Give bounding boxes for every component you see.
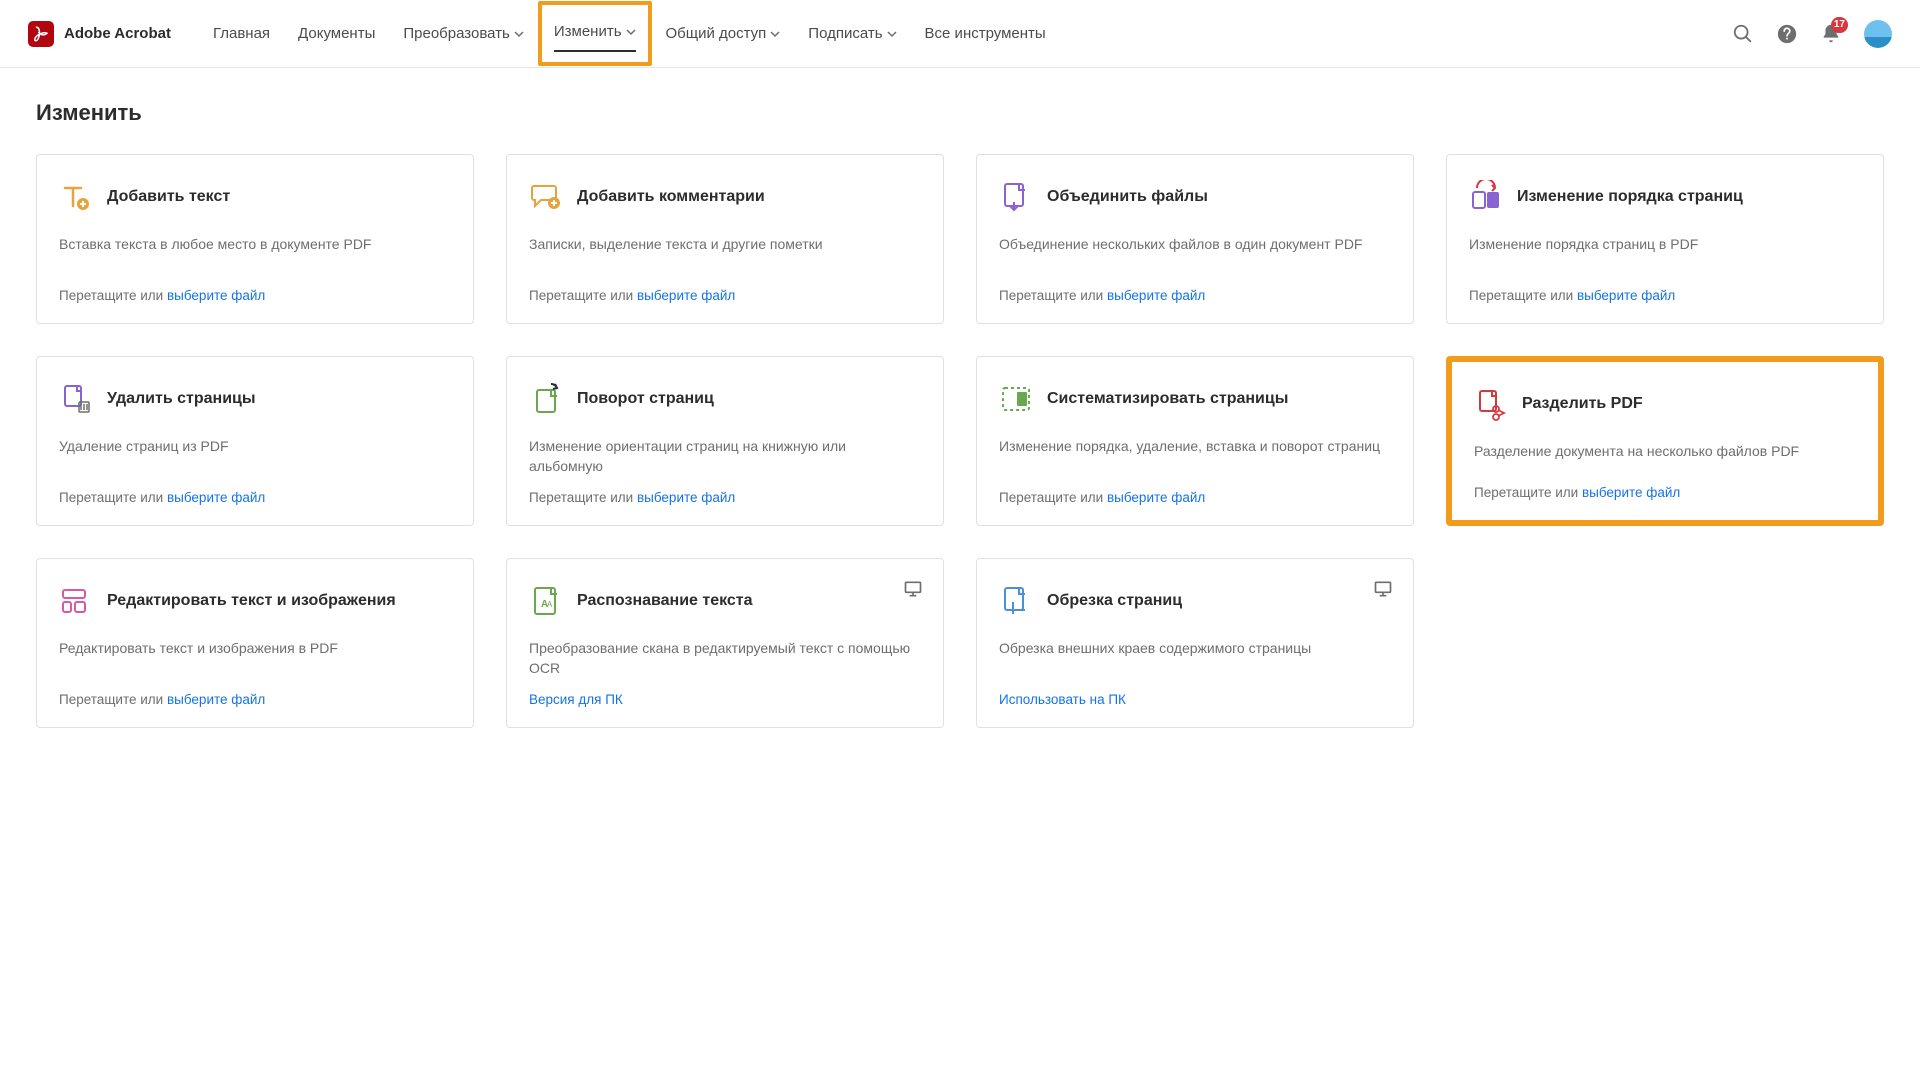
card-desc: Преобразование скана в редактируемый тек… [529, 639, 921, 678]
card-ocr[interactable]: AA Распознавание текста Преобразование с… [506, 558, 944, 728]
card-title: Удалить страницы [107, 389, 256, 409]
main-nav: Главная Документы Преобразовать Изменить… [199, 1, 1060, 66]
header-left: Adobe Acrobat Главная Документы Преобраз… [28, 1, 1060, 66]
help-icon[interactable] [1776, 23, 1798, 45]
svg-text:A: A [547, 600, 553, 609]
card-add-comments[interactable]: Добавить комментарии Записки, выделение … [506, 154, 944, 324]
chevron-down-icon [514, 29, 524, 39]
card-title: Систематизировать страницы [1047, 389, 1288, 409]
nav-documents[interactable]: Документы [284, 3, 389, 64]
organize-icon [999, 382, 1033, 416]
acrobat-logo-icon [28, 21, 54, 47]
desktop-link[interactable]: Версия для ПК [529, 692, 623, 707]
card-title: Обрезка страниц [1047, 591, 1182, 611]
card-title: Изменение порядка страниц [1517, 187, 1743, 207]
app-header: Adobe Acrobat Главная Документы Преобраз… [0, 0, 1920, 68]
card-rotate-pages[interactable]: Поворот страниц Изменение ориентации стр… [506, 356, 944, 526]
card-footer: Использовать на ПК [999, 692, 1391, 707]
nav-all-tools[interactable]: Все инструменты [911, 3, 1060, 64]
card-edit-text-images[interactable]: Редактировать текст и изображения Редакт… [36, 558, 474, 728]
comment-icon [529, 180, 563, 214]
card-footer: Перетащите или выберите файл [59, 490, 451, 505]
card-footer: Перетащите или выберите файл [59, 692, 451, 707]
card-desc: Изменение порядка, удаление, вставка и п… [999, 437, 1391, 476]
nav-share[interactable]: Общий доступ [652, 3, 795, 64]
card-desc: Разделение документа на несколько файлов… [1474, 442, 1856, 471]
brand-name: Adobe Acrobat [64, 25, 171, 42]
reorder-icon [1469, 180, 1503, 214]
card-desc: Записки, выделение текста и другие помет… [529, 235, 921, 274]
chevron-down-icon [887, 29, 897, 39]
card-combine-files[interactable]: Объединить файлы Объединение нескольких … [976, 154, 1414, 324]
card-crop-pages[interactable]: Обрезка страниц Обрезка внешних краев со… [976, 558, 1414, 728]
card-title: Редактировать текст и изображения [107, 591, 396, 611]
card-footer: Перетащите или выберите файл [59, 288, 451, 303]
card-title: Объединить файлы [1047, 187, 1208, 207]
card-footer: Перетащите или выберите файл [999, 288, 1391, 303]
card-title: Добавить текст [107, 187, 230, 207]
card-desc: Изменение ориентации страниц на книжную … [529, 437, 921, 476]
chevron-down-icon [626, 27, 636, 37]
card-split-pdf[interactable]: Разделить PDF Разделение документа на не… [1446, 356, 1884, 526]
card-title: Распознавание текста [577, 591, 753, 611]
card-title: Поворот страниц [577, 389, 714, 409]
card-footer: Перетащите или выберите файл [1474, 485, 1856, 500]
select-file-link[interactable]: выберите файл [167, 288, 265, 303]
select-file-link[interactable]: выберите файл [1107, 288, 1205, 303]
select-file-link[interactable]: выберите файл [1577, 288, 1675, 303]
tool-grid: Добавить текст Вставка текста в любое ме… [36, 154, 1884, 728]
desktop-icon [1373, 579, 1393, 604]
crop-icon [999, 584, 1033, 618]
select-file-link[interactable]: выберите файл [1107, 490, 1205, 505]
notifications-icon[interactable]: 17 [1820, 23, 1842, 45]
rotate-icon [529, 382, 563, 416]
nav-home[interactable]: Главная [199, 3, 284, 64]
add-text-icon [59, 180, 93, 214]
card-title: Добавить комментарии [577, 187, 765, 207]
select-file-link[interactable]: выберите файл [167, 692, 265, 707]
combine-icon [999, 180, 1033, 214]
card-footer: Перетащите или выберите файл [529, 288, 921, 303]
nav-edit[interactable]: Изменить [538, 1, 652, 66]
chevron-down-icon [770, 29, 780, 39]
select-file-link[interactable]: выберите файл [637, 490, 735, 505]
card-footer: Перетащите или выберите файл [1469, 288, 1861, 303]
card-footer: Перетащите или выберите файл [529, 490, 921, 505]
delete-pages-icon [59, 382, 93, 416]
main-content: Изменить Добавить текст Вставка текста в… [0, 68, 1920, 760]
card-footer: Версия для ПК [529, 692, 921, 707]
card-add-text[interactable]: Добавить текст Вставка текста в любое ме… [36, 154, 474, 324]
nav-sign[interactable]: Подписать [794, 3, 910, 64]
avatar[interactable] [1864, 20, 1892, 48]
header-right: 17 [1732, 20, 1892, 48]
card-delete-pages[interactable]: Удалить страницы Удаление страниц из PDF… [36, 356, 474, 526]
desktop-link[interactable]: Использовать на ПК [999, 692, 1126, 707]
card-desc: Объединение нескольких файлов в один док… [999, 235, 1391, 274]
split-icon [1474, 387, 1508, 421]
nav-convert[interactable]: Преобразовать [389, 3, 537, 64]
desktop-icon [903, 579, 923, 604]
card-reorder-pages[interactable]: Изменение порядка страниц Изменение поря… [1446, 154, 1884, 324]
card-footer: Перетащите или выберите файл [999, 490, 1391, 505]
card-organize-pages[interactable]: Систематизировать страницы Изменение пор… [976, 356, 1414, 526]
select-file-link[interactable]: выберите файл [167, 490, 265, 505]
notification-badge: 17 [1831, 17, 1848, 33]
card-desc: Редактировать текст и изображения в PDF [59, 639, 451, 678]
search-icon[interactable] [1732, 23, 1754, 45]
edit-text-images-icon [59, 584, 93, 618]
card-desc: Вставка текста в любое место в документе… [59, 235, 451, 274]
ocr-icon: AA [529, 584, 563, 618]
card-desc: Изменение порядка страниц в PDF [1469, 235, 1861, 274]
card-title: Разделить PDF [1522, 394, 1643, 414]
select-file-link[interactable]: выберите файл [1582, 485, 1680, 500]
card-desc: Удаление страниц из PDF [59, 437, 451, 476]
brand[interactable]: Adobe Acrobat [28, 21, 171, 47]
card-desc: Обрезка внешних краев содержимого страни… [999, 639, 1391, 678]
select-file-link[interactable]: выберите файл [637, 288, 735, 303]
page-title: Изменить [36, 100, 1884, 126]
